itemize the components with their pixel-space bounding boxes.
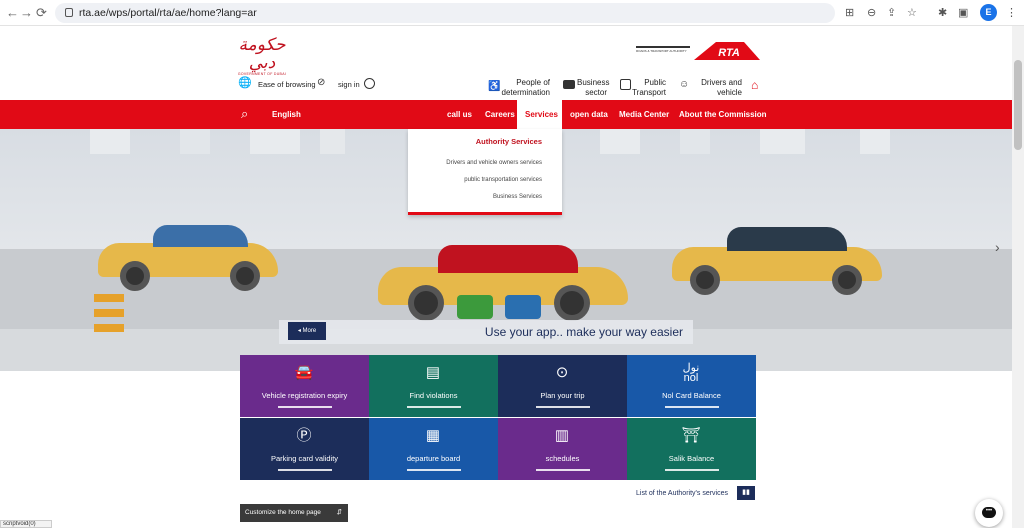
customize-label: Customize the home page bbox=[245, 509, 321, 516]
lock-icon bbox=[65, 8, 73, 17]
side-panel-icon[interactable]: ▣ bbox=[958, 6, 968, 20]
menu-kebab-icon[interactable]: ⋮ bbox=[1006, 6, 1017, 20]
app-icon-blue bbox=[505, 295, 541, 319]
nav-media-center[interactable]: Media Center bbox=[619, 110, 669, 120]
rta-logo-subtitle: ROADS & TRANSPORT AUTHORITY bbox=[636, 49, 687, 53]
tile-schedules[interactable]: ▥ schedules bbox=[498, 418, 627, 480]
more-button[interactable]: ◂ More bbox=[288, 322, 326, 340]
gov-logo-arabic: حكومة دبي bbox=[238, 35, 286, 73]
carousel-next-icon[interactable]: › bbox=[995, 239, 1000, 255]
reload-icon[interactable]: ⟳ bbox=[36, 5, 47, 21]
nol-icon: نول nol bbox=[682, 362, 700, 384]
browser-toolbar: ← → ⟳ rta.ae/wps/portal/rta/ae/home?lang… bbox=[0, 0, 1024, 26]
hero-caption-bar: Use your app.. make your way easier bbox=[279, 320, 693, 344]
tile-label: Parking card validity bbox=[270, 454, 339, 463]
tile-label: Vehicle registration expiry bbox=[261, 391, 348, 400]
forward-icon[interactable]: → bbox=[20, 5, 33, 21]
rta-logo[interactable]: RTA ROADS & TRANSPORT AUTHORITY bbox=[632, 38, 762, 62]
sliders-icon: ⇵ bbox=[336, 509, 342, 516]
language-switch-english[interactable]: English bbox=[272, 110, 301, 120]
nav-about-the-commission[interactable]: About the Commission bbox=[679, 110, 767, 120]
nav-call-us[interactable]: call us bbox=[447, 110, 472, 120]
page: حكومة دبي GOVERNMENT OF DUBAI RTA ROADS … bbox=[0, 26, 1012, 528]
tile-label: Find violations bbox=[409, 391, 458, 400]
bookmark-star-icon[interactable]: ☆ bbox=[907, 6, 917, 20]
parking-icon: Ⓟ bbox=[296, 427, 312, 444]
eye-slash-icon[interactable]: ⊘ bbox=[317, 77, 325, 88]
briefcase-icon bbox=[563, 80, 575, 89]
map-pin-icon: ⊙ bbox=[555, 364, 569, 381]
chat-bubble-icon: ••• bbox=[982, 507, 996, 518]
home-icon[interactable]: ⌂ bbox=[751, 78, 758, 92]
bus-icon: ▦ bbox=[425, 427, 441, 444]
government-of-dubai-logo[interactable]: حكومة دبي GOVERNMENT OF DUBAI bbox=[232, 36, 292, 76]
tile-departure-board[interactable]: ▦ departure board bbox=[369, 418, 498, 480]
red-car-illustration bbox=[378, 237, 628, 321]
public-transport-link[interactable]: Public Transport bbox=[632, 78, 666, 98]
dropdown-item-business[interactable]: Business Services bbox=[493, 194, 542, 200]
business-sector-link[interactable]: Business sector bbox=[577, 78, 609, 98]
status-bar-url: scriptvoid(0) bbox=[0, 520, 52, 528]
app-icon-green bbox=[457, 295, 493, 319]
people-of-determination-link[interactable]: People of determination bbox=[500, 78, 550, 98]
violation-icon: ▤ bbox=[425, 364, 441, 381]
tile-plan-your-trip[interactable]: ⊙ Plan your trip bbox=[498, 355, 627, 417]
more-label: More bbox=[302, 328, 317, 334]
sign-in-link[interactable]: sign in bbox=[338, 80, 360, 89]
zoom-icon[interactable]: ⊖ bbox=[867, 6, 876, 20]
bus-front-icon bbox=[620, 79, 631, 90]
tile-salik-balance[interactable]: ⛩ Salik Balance bbox=[627, 418, 756, 480]
extensions-icon[interactable]: ✱ bbox=[938, 6, 947, 20]
nav-services-active[interactable]: Services bbox=[517, 100, 562, 129]
hero-slogan: Use your app.. make your way easier bbox=[484, 325, 683, 339]
schedule-icon: ▥ bbox=[554, 427, 570, 444]
dropdown-item-drivers[interactable]: Drivers and vehicle owners services bbox=[446, 160, 542, 166]
list-of-authority-services-link[interactable]: List of the Authority's services bbox=[636, 490, 728, 497]
tile-label: departure board bbox=[406, 454, 461, 463]
ease-of-browsing-link[interactable]: Ease of browsing bbox=[258, 80, 316, 89]
gov-logo-english: GOVERNMENT OF DUBAI bbox=[237, 72, 287, 76]
customize-home-page-button[interactable]: Customize the home page ⇵ bbox=[240, 504, 348, 522]
globe-icon[interactable]: 🌐 bbox=[238, 78, 252, 89]
back-icon[interactable]: ← bbox=[6, 5, 19, 21]
salik-icon: ⛩ bbox=[681, 427, 701, 444]
url-text: rta.ae/wps/portal/rta/ae/home?lang=ar bbox=[79, 7, 257, 19]
services-dropdown: Authority Services Drivers and vehicle o… bbox=[408, 129, 562, 215]
taxi-illustration-right bbox=[672, 221, 892, 295]
scrollbar[interactable] bbox=[1012, 26, 1024, 528]
car-icon: 🚘 bbox=[294, 364, 314, 381]
search-icon[interactable]: ⌕ bbox=[241, 106, 248, 122]
tile-label: Plan your trip bbox=[540, 391, 585, 400]
address-bar[interactable]: rta.ae/wps/portal/rta/ae/home?lang=ar ⊞ … bbox=[55, 3, 917, 23]
accessibility-icon: ♿ bbox=[488, 81, 501, 92]
tile-vehicle-registration-expiry[interactable]: 🚘 Vehicle registration expiry bbox=[240, 355, 369, 417]
tile-label: schedules bbox=[545, 454, 580, 463]
main-navigation: ⌕ English call us Careers Services open … bbox=[0, 100, 1012, 129]
dropdown-item-public-transport[interactable]: public transportation services bbox=[464, 177, 542, 183]
tile-label: Nol Card Balance bbox=[662, 391, 721, 400]
nav-services[interactable]: Services bbox=[525, 110, 558, 120]
nav-careers[interactable]: Careers bbox=[485, 110, 515, 120]
driver-icon: ☺ bbox=[679, 79, 690, 90]
chat-button[interactable]: ••• bbox=[975, 499, 1003, 527]
services-list-icon[interactable]: ▮▮ bbox=[737, 486, 755, 500]
user-icon[interactable] bbox=[364, 78, 375, 89]
dropdown-title[interactable]: Authority Services bbox=[476, 137, 542, 146]
nav-open-data[interactable]: open data bbox=[570, 110, 608, 120]
scrollbar-thumb[interactable] bbox=[1014, 60, 1022, 150]
taxi-illustration-left bbox=[98, 217, 278, 291]
tile-nol-card-balance[interactable]: نول nol Nol Card Balance bbox=[627, 355, 756, 417]
tile-parking-card-validity[interactable]: Ⓟ Parking card validity bbox=[240, 418, 369, 480]
profile-avatar[interactable]: E bbox=[980, 4, 997, 21]
share-icon[interactable]: ⇪ bbox=[887, 6, 896, 20]
svg-text:RTA: RTA bbox=[718, 47, 740, 59]
tile-label: Salik Balance bbox=[668, 454, 715, 463]
tile-find-violations[interactable]: ▤ Find violations bbox=[369, 355, 498, 417]
translate-icon[interactable]: ⊞ bbox=[845, 6, 854, 20]
